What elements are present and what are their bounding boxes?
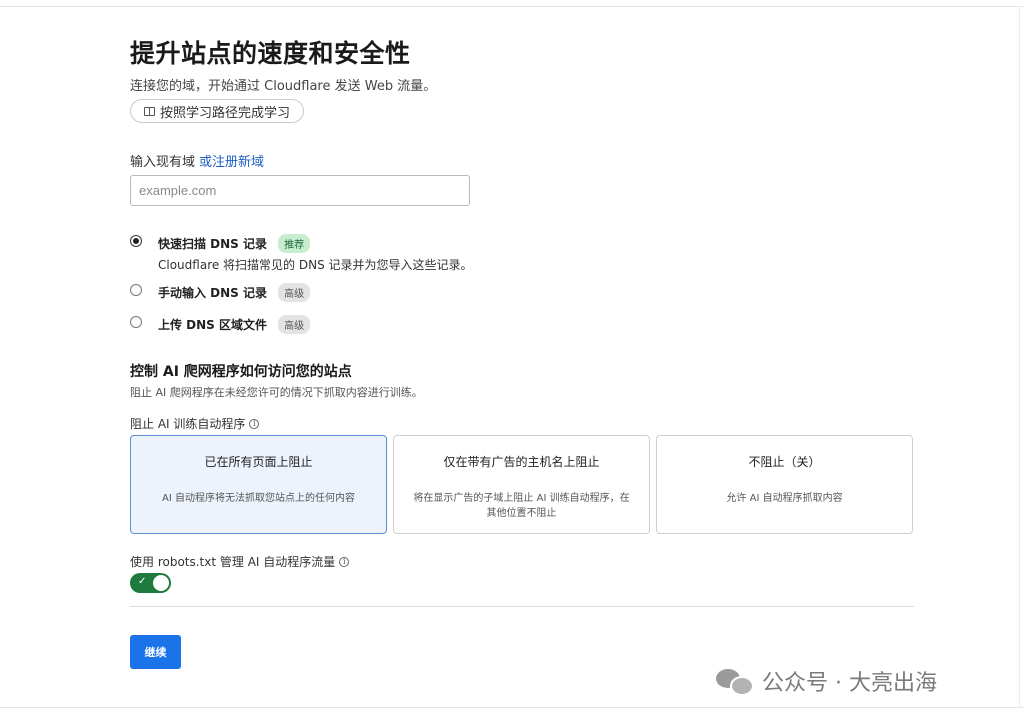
watermark-text: 公众号 · 大亮出海 xyxy=(762,671,937,696)
frame-top-border xyxy=(0,6,1024,7)
learning-path-label: 按照学习路径完成学习 xyxy=(160,105,291,121)
dns-option-quick-scan[interactable]: 快速扫描 DNS 记录 推荐 Cloudflare 将扫描常见的 DNS 记录并… xyxy=(130,233,473,273)
wechat-icon xyxy=(716,666,754,696)
card-description: 允许 AI 自动程序抓取内容 xyxy=(726,493,843,504)
page-title: 提升站点的速度和安全性 xyxy=(130,39,411,68)
dns-option-label: 快速扫描 DNS 记录 xyxy=(158,237,268,251)
frame-right-border xyxy=(1019,6,1020,708)
block-all-pages-card[interactable]: 已在所有页面上阻止 AI 自动程序将无法抓取您站点上的任何内容 xyxy=(130,435,387,534)
block-ai-label-text: 阻止 AI 训练自动程序 xyxy=(130,417,246,431)
card-description: AI 自动程序将无法抓取您站点上的任何内容 xyxy=(162,493,355,504)
card-title: 仅在带有广告的主机名上阻止 xyxy=(443,455,600,469)
robots-txt-label-text: 使用 robots.txt 管理 AI 自动程序流量 xyxy=(130,555,336,569)
block-ai-label: 阻止 AI 训练自动程序 i xyxy=(130,415,260,432)
dns-option-label: 手动输入 DNS 记录 xyxy=(158,286,268,300)
card-title: 不阻止（关） xyxy=(748,455,821,469)
advanced-badge: 高级 xyxy=(278,283,311,302)
domain-label: 输入现有域 或注册新域 xyxy=(130,151,264,170)
ai-section-description: 阻止 AI 爬网程序在未经您许可的情况下抓取内容进行训练。 xyxy=(130,386,423,399)
radio-manual[interactable] xyxy=(130,284,142,296)
recommended-badge: 推荐 xyxy=(278,234,311,253)
register-domain-link[interactable]: 或注册新域 xyxy=(199,155,264,170)
card-description: 将在显示广告的子域上阻止 AI 训练自动程序，在其他位置不阻止 xyxy=(413,493,630,519)
dns-option-label: 上传 DNS 区域文件 xyxy=(158,318,268,332)
robots-txt-toggle[interactable]: ✓ xyxy=(130,573,171,593)
dns-option-manual[interactable]: 手动输入 DNS 记录 高级 xyxy=(130,282,311,302)
dns-option-description: Cloudflare 将扫描常见的 DNS 记录并为您导入这些记录。 xyxy=(158,258,473,272)
dns-option-upload[interactable]: 上传 DNS 区域文件 高级 xyxy=(130,314,311,334)
ai-section-heading: 控制 AI 爬网程序如何访问您的站点 xyxy=(130,364,352,380)
divider xyxy=(130,606,914,607)
do-not-block-card[interactable]: 不阻止（关） 允许 AI 自动程序抓取内容 xyxy=(656,435,913,534)
radio-quick-scan[interactable] xyxy=(130,235,142,247)
learning-path-button[interactable]: 按照学习路径完成学习 xyxy=(130,99,305,123)
book-icon xyxy=(144,106,155,116)
advanced-badge: 高级 xyxy=(278,315,311,334)
watermark: 公众号 · 大亮出海 xyxy=(716,665,937,697)
domain-input[interactable] xyxy=(130,175,470,206)
page-subtitle: 连接您的域，开始通过 Cloudflare 发送 Web 流量。 xyxy=(130,79,437,94)
radio-upload[interactable] xyxy=(130,316,142,328)
continue-button[interactable]: 继续 xyxy=(130,635,181,669)
domain-label-text: 输入现有域 xyxy=(130,155,196,170)
robots-txt-label: 使用 robots.txt 管理 AI 自动程序流量 i xyxy=(130,553,350,570)
frame-bottom-border xyxy=(0,707,1024,708)
toggle-knob xyxy=(153,575,169,591)
card-title: 已在所有页面上阻止 xyxy=(204,455,313,469)
info-icon[interactable]: i xyxy=(249,418,260,429)
check-icon: ✓ xyxy=(138,576,147,587)
info-icon[interactable]: i xyxy=(339,556,350,567)
block-ad-hostnames-card[interactable]: 仅在带有广告的主机名上阻止 将在显示广告的子域上阻止 AI 训练自动程序，在其他… xyxy=(393,435,650,534)
